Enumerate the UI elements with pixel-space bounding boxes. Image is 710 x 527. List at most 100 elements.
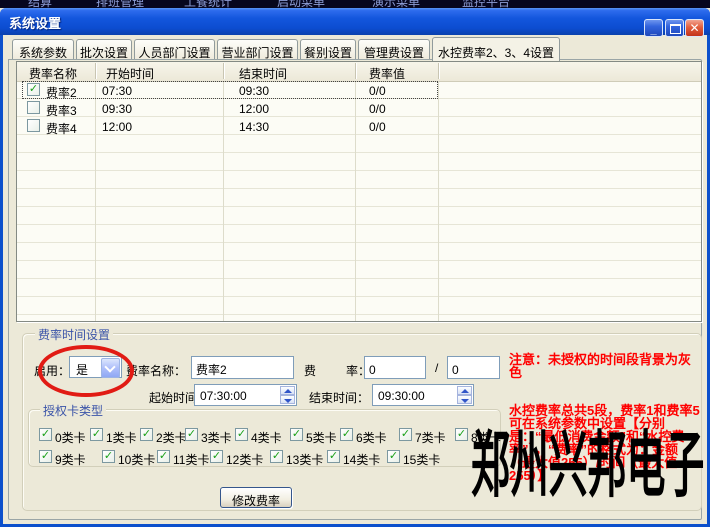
rate-numerator-input[interactable]	[364, 356, 426, 379]
column-divider	[95, 63, 96, 79]
check-icon: ✓	[389, 450, 398, 462]
card-type-label: 2类卡	[156, 429, 187, 446]
bg-menu-item[interactable]: 工餐统计	[184, 0, 232, 8]
cell-start-time[interactable]: 12:00	[102, 120, 132, 134]
card-type-checkbox[interactable]: ✓	[340, 428, 353, 441]
start-time-spinner[interactable]: 07:30:00	[194, 384, 297, 406]
row-checkbox[interactable]: ✓	[27, 83, 40, 96]
cell-rate-value[interactable]: 0/0	[369, 120, 386, 134]
tab-system-params[interactable]: 系统参数	[12, 39, 74, 60]
card-type-label: 15类卡	[403, 451, 440, 468]
cell-rate-name[interactable]: 费率4	[46, 120, 77, 137]
end-time-label: 结束时间：	[309, 389, 369, 406]
cell-start-time[interactable]: 07:30	[102, 84, 132, 98]
row-checkbox[interactable]	[27, 119, 40, 132]
grid-line	[438, 81, 439, 321]
check-icon: ✓	[212, 450, 221, 462]
cell-rate-value[interactable]: 0/0	[369, 84, 386, 98]
grid-line	[223, 81, 224, 321]
close-icon: ✕	[686, 21, 703, 35]
spin-up-button[interactable]	[280, 386, 295, 395]
bg-menu-item[interactable]: 结算	[28, 0, 52, 8]
cell-rate-name[interactable]: 费率3	[46, 102, 77, 119]
card-type-label: 4类卡	[251, 429, 282, 446]
maximize-button[interactable]	[665, 19, 684, 37]
end-time-spinner[interactable]: 09:30:00	[372, 384, 474, 406]
check-icon: ✓	[187, 428, 196, 440]
card-type-label: 13类卡	[286, 451, 323, 468]
spin-up-button[interactable]	[457, 386, 472, 395]
card-type-label: 14类卡	[343, 451, 380, 468]
cell-end-time[interactable]: 14:30	[239, 120, 269, 134]
spin-down-button[interactable]	[280, 395, 295, 404]
card-type-checkbox[interactable]: ✓	[235, 428, 248, 441]
minimize-icon: _	[645, 24, 662, 36]
tab-meal-type[interactable]: 餐别设置	[300, 39, 356, 60]
check-icon: ✓	[401, 428, 410, 440]
check-icon: ✓	[342, 428, 351, 440]
card-type-checkbox[interactable]: ✓	[387, 450, 400, 463]
card-type-label: 7类卡	[415, 429, 446, 446]
card-type-checkbox[interactable]: ✓	[455, 428, 468, 441]
card-type-checkbox[interactable]: ✓	[327, 450, 340, 463]
card-type-checkbox[interactable]: ✓	[140, 428, 153, 441]
tab-batch-settings[interactable]: 批次设置	[76, 39, 132, 60]
titlebar[interactable]: 系统设置 _ ✕	[0, 8, 710, 35]
column-header[interactable]: 费率值	[369, 65, 405, 82]
card-type-checkbox[interactable]: ✓	[210, 450, 223, 463]
grid-line	[355, 81, 356, 321]
spin-down-button[interactable]	[457, 395, 472, 404]
card-type-checkbox[interactable]: ✓	[157, 450, 170, 463]
column-header[interactable]: 结束时间	[239, 65, 287, 82]
cell-end-time[interactable]: 12:00	[239, 102, 269, 116]
check-icon: ✓	[104, 450, 113, 462]
screen: 结算 排班管理 工餐统计 启动菜单 演示菜单 监控平台 系统设置 _ ✕ 系统参…	[0, 0, 710, 527]
card-type-checkbox[interactable]: ✓	[39, 428, 52, 441]
card-type-checkbox[interactable]: ✓	[290, 428, 303, 441]
check-icon: ✓	[272, 450, 281, 462]
end-time-value: 09:30:00	[378, 389, 425, 403]
cell-end-time[interactable]: 09:30	[239, 84, 269, 98]
row-checkbox[interactable]	[27, 101, 40, 114]
watermark: 郑州兴邦电子	[471, 429, 704, 503]
tab-business-dept[interactable]: 营业部门设置	[217, 39, 298, 60]
bg-menu-item[interactable]: 演示菜单	[372, 0, 420, 8]
rate-denominator-input[interactable]	[447, 356, 500, 379]
start-time-value: 07:30:00	[200, 389, 247, 403]
close-button[interactable]: ✕	[685, 19, 704, 37]
card-type-checkbox[interactable]: ✓	[399, 428, 412, 441]
cell-rate-value[interactable]: 0/0	[369, 102, 386, 116]
tab-personnel-dept[interactable]: 人员部门设置	[134, 39, 215, 60]
tab-water-rates[interactable]: 水控费率2、3、4设置	[432, 37, 560, 61]
bg-menu-item[interactable]: 监控平台	[462, 0, 510, 8]
card-type-checkbox[interactable]: ✓	[39, 450, 52, 463]
cell-rate-name[interactable]: 费率2	[46, 84, 77, 101]
rate-slash: /	[435, 361, 438, 375]
card-type-checkbox[interactable]: ✓	[90, 428, 103, 441]
check-icon: ✓	[159, 450, 168, 462]
card-type-label: 12类卡	[226, 451, 263, 468]
rate-name-input[interactable]	[191, 356, 294, 379]
minimize-button[interactable]: _	[644, 19, 663, 37]
arrow-down-icon	[461, 399, 469, 403]
check-icon: ✓	[41, 450, 50, 462]
rate-label-fee: 费	[304, 362, 316, 379]
bg-menu-item[interactable]: 启动菜单	[277, 0, 325, 8]
group-title: 费率时间设置	[35, 326, 113, 343]
column-divider	[438, 63, 439, 79]
tab-management-fee[interactable]: 管理费设置	[358, 39, 430, 60]
card-type-label: 3类卡	[201, 429, 232, 446]
background-menubar: 结算 排班管理 工餐统计 启动菜单 演示菜单 监控平台	[0, 0, 710, 8]
rates-table[interactable]: 费率名称 开始时间 结束时间 费率值 ✓ 费率2 07:30 09:30 0/0…	[16, 61, 702, 322]
card-type-checkbox[interactable]: ✓	[102, 450, 115, 463]
card-type-label: 11类卡	[173, 451, 209, 468]
column-header[interactable]: 费率名称	[29, 65, 77, 82]
bg-menu-item[interactable]: 排班管理	[96, 0, 144, 8]
table-header[interactable]: 费率名称 开始时间 结束时间 费率值	[17, 62, 701, 82]
column-header[interactable]: 开始时间	[106, 65, 154, 82]
modify-rate-button[interactable]: 修改费率	[220, 487, 292, 508]
card-type-checkbox[interactable]: ✓	[185, 428, 198, 441]
card-type-label: 0类卡	[55, 429, 86, 446]
card-type-checkbox[interactable]: ✓	[270, 450, 283, 463]
cell-start-time[interactable]: 09:30	[102, 102, 132, 116]
